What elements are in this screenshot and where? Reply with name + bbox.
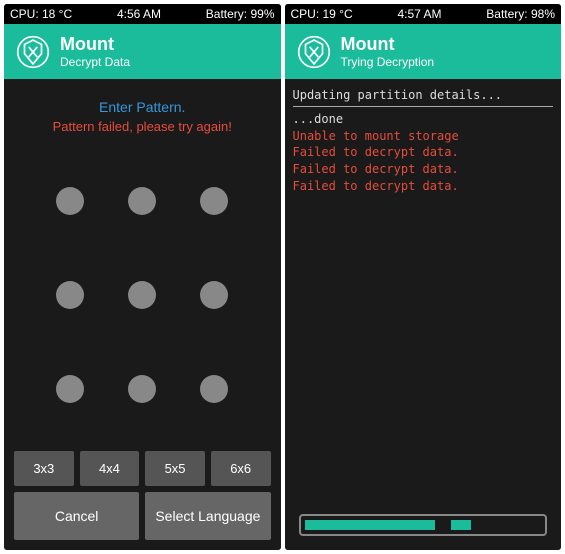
twrp-logo-icon — [297, 35, 331, 69]
pattern-dot[interactable] — [200, 375, 228, 403]
cpu-temp: CPU: 18 °C — [10, 7, 72, 21]
page-title: Mount — [341, 34, 435, 55]
log-error-line: Failed to decrypt data. — [293, 144, 554, 161]
select-language-button[interactable]: Select Language — [145, 492, 270, 540]
clock: 4:57 AM — [397, 7, 441, 21]
grid-size-5x5-button[interactable]: 5x5 — [145, 451, 205, 486]
status-bar: CPU: 19 °C 4:57 AM Battery: 98% — [285, 4, 562, 24]
log-error-line: Failed to decrypt data. — [293, 178, 554, 195]
header: Mount Decrypt Data — [4, 24, 281, 79]
page-subtitle: Trying Decryption — [341, 55, 435, 69]
phone-left: CPU: 18 °C 4:56 AM Battery: 99% Mount De… — [4, 4, 281, 550]
grid-size-row: 3x3 4x4 5x5 6x6 — [14, 451, 271, 486]
action-row: Cancel Select Language — [14, 492, 271, 540]
progress-fill — [451, 520, 471, 530]
enter-pattern-label: Enter Pattern. — [14, 99, 271, 115]
log-error-line: Failed to decrypt data. — [293, 161, 554, 178]
pattern-dot[interactable] — [128, 281, 156, 309]
log-line: Updating partition details... — [293, 87, 554, 104]
cpu-temp: CPU: 19 °C — [291, 7, 353, 21]
twrp-logo-icon — [16, 35, 50, 69]
progress-fill — [305, 520, 435, 530]
battery-level: Battery: 98% — [486, 7, 555, 21]
pattern-grid[interactable] — [14, 149, 271, 441]
battery-level: Battery: 99% — [206, 7, 275, 21]
progress-bar — [299, 514, 548, 536]
log-error-line: Unable to mount storage — [293, 128, 554, 145]
pattern-dot[interactable] — [128, 187, 156, 215]
pattern-dot[interactable] — [128, 375, 156, 403]
content-area: Enter Pattern. Pattern failed, please tr… — [4, 79, 281, 550]
grid-size-6x6-button[interactable]: 6x6 — [211, 451, 271, 486]
log-line: ...done — [293, 111, 554, 128]
progress-container — [291, 506, 556, 544]
clock: 4:56 AM — [117, 7, 161, 21]
grid-size-4x4-button[interactable]: 4x4 — [80, 451, 140, 486]
pattern-dot[interactable] — [200, 281, 228, 309]
pattern-dot[interactable] — [200, 187, 228, 215]
log-output: Updating partition details... ...done Un… — [291, 85, 556, 197]
divider — [293, 106, 554, 107]
status-bar: CPU: 18 °C 4:56 AM Battery: 99% — [4, 4, 281, 24]
content-area: Updating partition details... ...done Un… — [285, 79, 562, 550]
pattern-dot[interactable] — [56, 281, 84, 309]
pattern-dot[interactable] — [56, 375, 84, 403]
page-title: Mount — [60, 34, 130, 55]
grid-size-3x3-button[interactable]: 3x3 — [14, 451, 74, 486]
pattern-error-label: Pattern failed, please try again! — [14, 119, 271, 134]
pattern-dot[interactable] — [56, 187, 84, 215]
phone-right: CPU: 19 °C 4:57 AM Battery: 98% Mount Tr… — [285, 4, 562, 550]
page-subtitle: Decrypt Data — [60, 55, 130, 69]
cancel-button[interactable]: Cancel — [14, 492, 139, 540]
header: Mount Trying Decryption — [285, 24, 562, 79]
